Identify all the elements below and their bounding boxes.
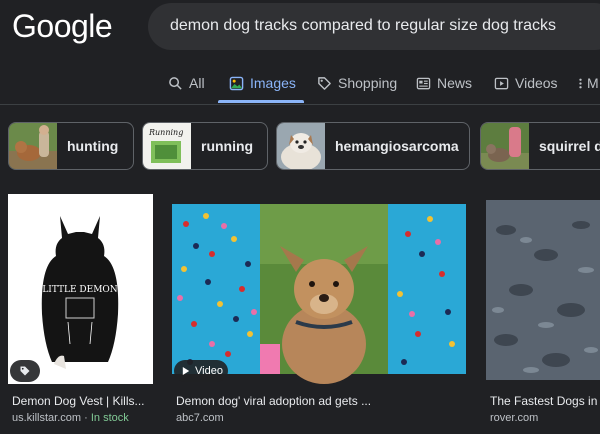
- tag-icon: [318, 76, 331, 90]
- chip-thumbnail: [481, 123, 529, 169]
- tab-videos[interactable]: Videos: [494, 62, 558, 104]
- chip-thumbnail: Running: [143, 123, 191, 169]
- chip-thumbnail: [277, 123, 325, 169]
- chip-squirrel[interactable]: squirrel d: [480, 122, 600, 170]
- tab-all-label: All: [189, 75, 205, 91]
- tab-more[interactable]: M: [578, 62, 599, 104]
- video-badge: Video: [174, 360, 228, 382]
- chip-label: squirrel d: [539, 138, 600, 154]
- play-icon: [182, 367, 190, 375]
- tab-news-label: News: [437, 75, 473, 91]
- result-title[interactable]: The Fastest Dogs in: [490, 394, 597, 408]
- result-source: us.killstar.com · In stock: [12, 412, 129, 424]
- newspaper-icon: [416, 77, 431, 89]
- chip-thumbnail: [9, 123, 57, 169]
- result-domain: us.killstar.com: [12, 412, 82, 424]
- tab-images[interactable]: Images: [229, 62, 296, 104]
- video-badge-label: Video: [195, 365, 223, 377]
- tab-videos-label: Videos: [515, 75, 558, 91]
- result-title[interactable]: Demon Dog Vest | Kills...: [12, 394, 145, 408]
- chip-hunting[interactable]: hunting: [8, 122, 134, 170]
- chip-label: running: [201, 138, 254, 154]
- more-icon: [579, 78, 582, 88]
- result-source: rover.com: [490, 412, 539, 424]
- tab-more-label: M: [587, 75, 599, 91]
- chip-hemangiosarcoma[interactable]: hemangiosarcoma: [276, 122, 470, 170]
- shirt-print: LITTLE DEMON: [42, 285, 117, 295]
- tag-icon: [20, 366, 30, 376]
- tab-shopping-label: Shopping: [338, 75, 398, 91]
- google-logo[interactable]: Google: [12, 8, 113, 45]
- search-icon: [169, 76, 182, 90]
- image-icon: [229, 76, 244, 90]
- tab-all[interactable]: All: [168, 62, 205, 104]
- active-tab-indicator: [218, 100, 304, 103]
- product-badge: [10, 360, 40, 382]
- stock-status: In stock: [90, 412, 129, 424]
- search-tabs: All Images Shopping News Videos M: [0, 62, 600, 104]
- tab-news[interactable]: News: [416, 62, 472, 104]
- result-source: abc7.com: [176, 412, 224, 424]
- tab-shopping[interactable]: Shopping: [317, 62, 397, 104]
- search-query[interactable]: demon dog tracks compared to regular siz…: [170, 17, 556, 35]
- tab-images-label: Images: [250, 75, 296, 91]
- play-icon: [494, 77, 509, 89]
- chip-label: hunting: [67, 138, 119, 154]
- chip-running[interactable]: Running running: [142, 122, 268, 170]
- svg-text:Running: Running: [148, 128, 183, 137]
- result-image-dog-adoption[interactable]: [172, 194, 466, 384]
- separator: ·: [84, 412, 88, 424]
- tabs-divider: [0, 104, 600, 105]
- result-title[interactable]: Demon dog' viral adoption ad gets ...: [176, 394, 371, 408]
- chip-label: hemangiosarcoma: [335, 138, 459, 154]
- result-image-dog-tracks[interactable]: [486, 200, 600, 390]
- search-input[interactable]: demon dog tracks compared to regular siz…: [148, 3, 600, 50]
- result-image-dog-vest[interactable]: LITTLE DEMON: [8, 194, 153, 384]
